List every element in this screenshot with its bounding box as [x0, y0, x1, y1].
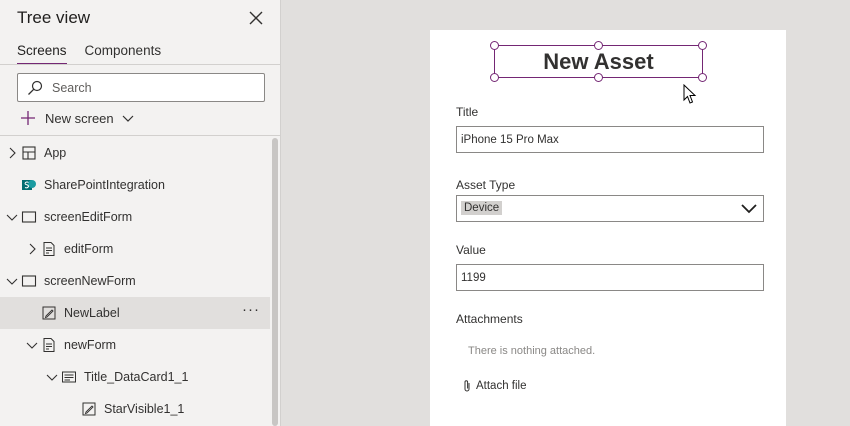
- tree-item-newform[interactable]: newForm: [0, 329, 270, 361]
- chevron-right-icon[interactable]: [6, 147, 18, 159]
- new-screen-button[interactable]: New screen: [20, 110, 134, 126]
- search-input[interactable]: [52, 79, 252, 97]
- chevron-down-icon[interactable]: [46, 371, 58, 383]
- search-box[interactable]: [17, 73, 265, 102]
- resize-handle-bottom-left[interactable]: [490, 73, 499, 82]
- resize-handle-top-right[interactable]: [698, 41, 707, 50]
- close-button[interactable]: [246, 8, 266, 28]
- panel-tabs: Screens Components: [17, 43, 161, 65]
- tree-item-label: Title_DataCard1_1: [84, 370, 189, 384]
- form-icon: [43, 338, 55, 352]
- tree-item-title_datacard1_1[interactable]: Title_DataCard1_1: [0, 361, 270, 393]
- tab-screens[interactable]: Screens: [17, 43, 67, 65]
- chevron-right-icon[interactable]: [26, 243, 38, 255]
- tree-item-label: screenNewForm: [44, 274, 136, 288]
- app-icon: [22, 146, 36, 160]
- tree-item-label: newForm: [64, 338, 117, 352]
- attach-file-label: Attach file: [476, 380, 527, 392]
- sharepoint-icon: [22, 180, 36, 190]
- new-screen-label: New screen: [45, 110, 114, 126]
- attach-file-button[interactable]: Attach file: [462, 379, 527, 393]
- tree-item-editform[interactable]: editForm: [0, 233, 270, 265]
- value-label: Value: [456, 243, 486, 257]
- more-options-icon[interactable]: ···: [242, 301, 260, 318]
- asset-type-selected-chip: Device: [461, 201, 503, 215]
- tree-item-label: editForm: [64, 242, 114, 256]
- tree-item-label: StarVisible1_1: [104, 402, 185, 416]
- chevron-down-icon[interactable]: [26, 339, 38, 351]
- form-heading: New Asset: [543, 48, 654, 74]
- title-input[interactable]: iPhone 15 Pro Max: [456, 126, 764, 153]
- chevron-down-icon: [122, 115, 134, 122]
- chevron-down-icon[interactable]: [6, 275, 18, 287]
- tree-item-label: App: [44, 146, 67, 160]
- screen-icon: [21, 211, 37, 223]
- paperclip-icon: [464, 380, 470, 392]
- tree-item-screennewform[interactable]: screenNewForm: [0, 265, 270, 297]
- value-input[interactable]: 1199: [456, 264, 764, 291]
- title-label: Title: [456, 105, 479, 119]
- resize-handle-top-left[interactable]: [490, 41, 499, 50]
- datacard-icon: [62, 371, 76, 383]
- tree-view-panel: Tree view Screens Components New screen …: [0, 0, 281, 426]
- tree-item-sharepointintegration[interactable]: SharePointIntegration: [0, 169, 270, 201]
- tabs-divider: [0, 64, 281, 65]
- plus-icon: [21, 111, 35, 125]
- tab-components[interactable]: Components: [85, 43, 162, 65]
- form-icon: [43, 242, 55, 256]
- attachments-label: Attachments: [456, 312, 523, 326]
- tree-item-starvisible1_1[interactable]: StarVisible1_1: [0, 393, 270, 425]
- tree-item-label: screenEditForm: [44, 210, 133, 224]
- tree-item-app[interactable]: App: [0, 137, 270, 169]
- chevron-down-icon: [741, 204, 757, 214]
- tree-item-newlabel[interactable]: NewLabel ···: [0, 297, 270, 329]
- tools-divider: [0, 135, 281, 136]
- screen-icon: [21, 275, 37, 287]
- resize-handle-bottom-right[interactable]: [698, 73, 707, 82]
- resize-handle-top-center[interactable]: [594, 41, 603, 50]
- mouse-cursor-icon: [683, 84, 697, 104]
- asset-type-dropdown[interactable]: Device: [456, 195, 764, 222]
- tree-item-screeneditform[interactable]: screenEditForm: [0, 201, 270, 233]
- search-icon: [28, 80, 43, 95]
- close-icon: [249, 11, 263, 25]
- asset-type-label: Asset Type: [456, 178, 516, 192]
- label-icon: [42, 306, 56, 320]
- tree-item-label: SharePointIntegration: [44, 178, 165, 192]
- chevron-down-icon[interactable]: [6, 211, 18, 223]
- label-icon: [82, 402, 96, 416]
- tree-scrollbar[interactable]: [272, 138, 278, 426]
- resize-handle-bottom-center[interactable]: [594, 73, 603, 82]
- panel-title: Tree view: [17, 8, 91, 27]
- form-screen-card: [430, 30, 786, 426]
- tree-list: App SharePointIntegration screenEditForm ed…: [0, 137, 270, 425]
- attachments-empty-text: There is nothing attached.: [468, 345, 596, 357]
- tree-item-label: NewLabel: [64, 306, 120, 320]
